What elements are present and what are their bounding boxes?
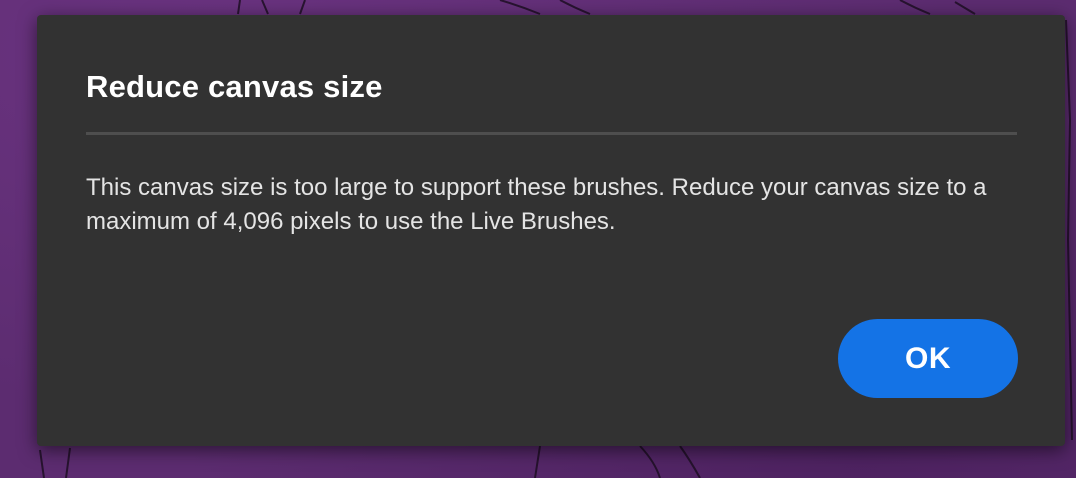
dialog-title: Reduce canvas size bbox=[86, 69, 383, 104]
ok-button[interactable]: OK bbox=[838, 319, 1018, 398]
dialog-message: This canvas size is too large to support… bbox=[86, 174, 987, 235]
reduce-canvas-size-dialog: Reduce canvas size This canvas size is t… bbox=[37, 15, 1065, 446]
dialog-divider bbox=[86, 132, 1017, 135]
